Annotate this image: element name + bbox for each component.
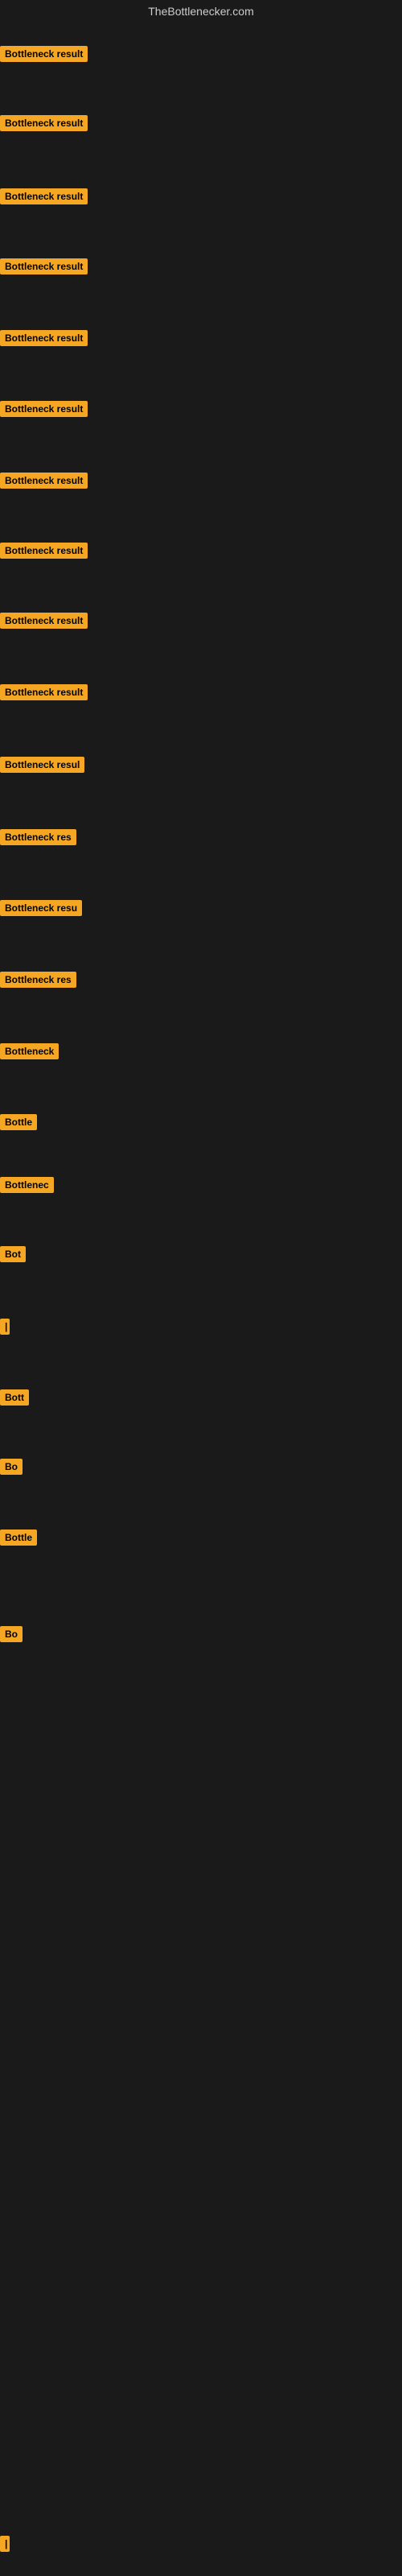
badge-8[interactable]: Bottleneck result bbox=[0, 543, 88, 563]
badge-17[interactable]: Bottlenec bbox=[0, 1177, 54, 1197]
badge-21-label: Bo bbox=[0, 1459, 23, 1475]
badge-20-label: Bott bbox=[0, 1389, 29, 1406]
badge-6[interactable]: Bottleneck result bbox=[0, 401, 88, 421]
badge-12-label: Bottleneck res bbox=[0, 829, 76, 845]
badge-18[interactable]: Bot bbox=[0, 1246, 26, 1266]
badge-2-label: Bottleneck result bbox=[0, 115, 88, 131]
badge-13-label: Bottleneck resu bbox=[0, 900, 82, 916]
badge-5[interactable]: Bottleneck result bbox=[0, 330, 88, 350]
badge-9[interactable]: Bottleneck result bbox=[0, 613, 88, 633]
badge-10[interactable]: Bottleneck result bbox=[0, 684, 88, 704]
badge-14[interactable]: Bottleneck res bbox=[0, 972, 76, 992]
badge-11-label: Bottleneck resul bbox=[0, 757, 84, 773]
badge-16[interactable]: Bottle bbox=[0, 1114, 37, 1134]
badge-18-label: Bot bbox=[0, 1246, 26, 1262]
badge-19[interactable]: | bbox=[0, 1319, 10, 1339]
badge-4-label: Bottleneck result bbox=[0, 258, 88, 275]
badge-4[interactable]: Bottleneck result bbox=[0, 258, 88, 279]
badge-24[interactable]: | bbox=[0, 2536, 10, 2556]
badge-15[interactable]: Bottleneck bbox=[0, 1043, 59, 1063]
badge-21[interactable]: Bo bbox=[0, 1459, 23, 1479]
badge-12[interactable]: Bottleneck res bbox=[0, 829, 76, 849]
site-title: TheBottlenecker.com bbox=[0, 0, 402, 23]
badge-6-label: Bottleneck result bbox=[0, 401, 88, 417]
badge-7[interactable]: Bottleneck result bbox=[0, 473, 88, 493]
badge-10-label: Bottleneck result bbox=[0, 684, 88, 700]
badge-8-label: Bottleneck result bbox=[0, 543, 88, 559]
badge-2[interactable]: Bottleneck result bbox=[0, 115, 88, 135]
badge-15-label: Bottleneck bbox=[0, 1043, 59, 1059]
badge-1[interactable]: Bottleneck result bbox=[0, 46, 88, 66]
badge-24-label: | bbox=[0, 2536, 10, 2552]
badge-17-label: Bottlenec bbox=[0, 1177, 54, 1193]
badge-7-label: Bottleneck result bbox=[0, 473, 88, 489]
badge-3[interactable]: Bottleneck result bbox=[0, 188, 88, 208]
badge-23[interactable]: Bo bbox=[0, 1626, 23, 1646]
badge-14-label: Bottleneck res bbox=[0, 972, 76, 988]
badge-9-label: Bottleneck result bbox=[0, 613, 88, 629]
badge-23-label: Bo bbox=[0, 1626, 23, 1642]
badge-20[interactable]: Bott bbox=[0, 1389, 29, 1410]
badge-16-label: Bottle bbox=[0, 1114, 37, 1130]
badge-1-label: Bottleneck result bbox=[0, 46, 88, 62]
badge-11[interactable]: Bottleneck resul bbox=[0, 757, 84, 777]
badge-5-label: Bottleneck result bbox=[0, 330, 88, 346]
badge-22[interactable]: Bottle bbox=[0, 1530, 37, 1550]
badge-19-label: | bbox=[0, 1319, 10, 1335]
badge-3-label: Bottleneck result bbox=[0, 188, 88, 204]
badge-13[interactable]: Bottleneck resu bbox=[0, 900, 82, 920]
badge-22-label: Bottle bbox=[0, 1530, 37, 1546]
